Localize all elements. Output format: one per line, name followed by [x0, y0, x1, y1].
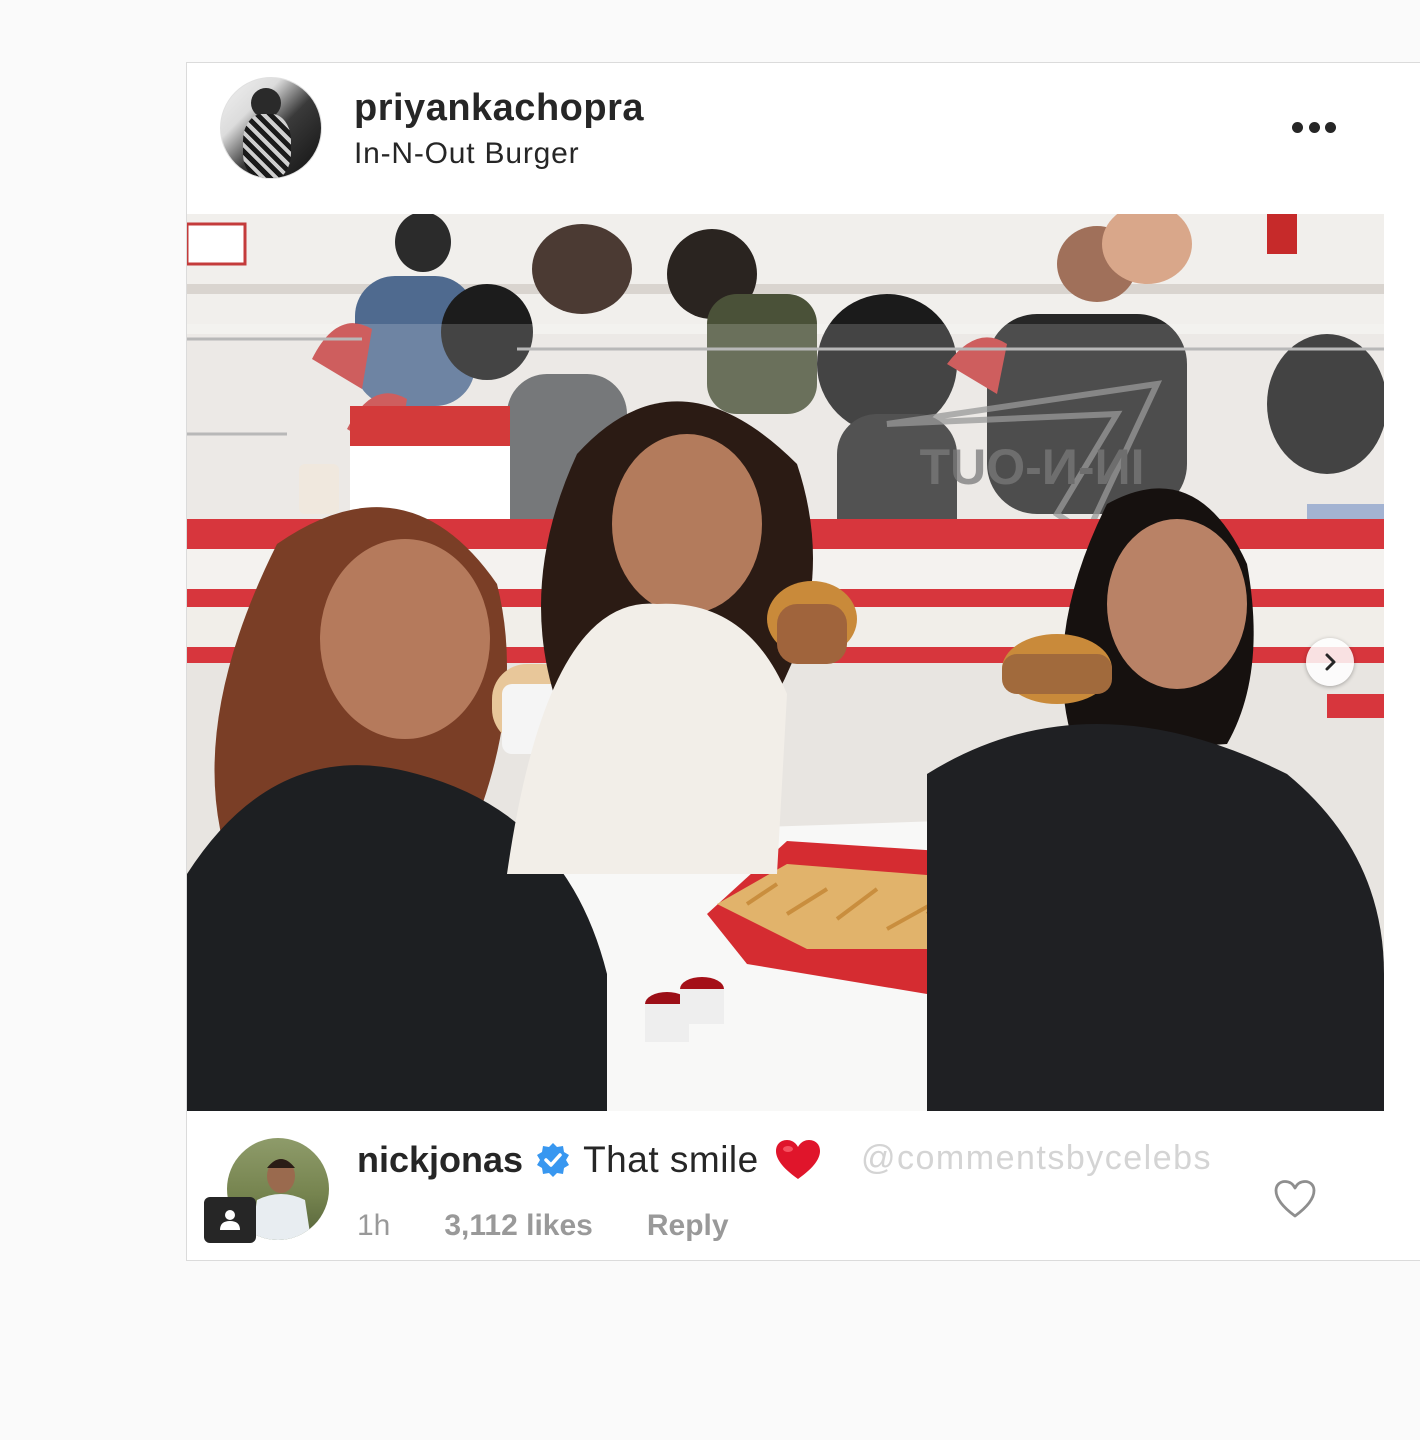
post-author-avatar[interactable] [220, 77, 322, 179]
more-options-icon[interactable] [1292, 122, 1336, 134]
heart-outline-icon[interactable] [1273, 1179, 1317, 1219]
reply-button[interactable]: Reply [647, 1209, 729, 1243]
carousel-next-icon[interactable] [1306, 638, 1354, 686]
user-tag-icon[interactable] [204, 1197, 256, 1243]
post-photo[interactable]: IN-N-OUT [187, 214, 1384, 1111]
comment-text: That smile [583, 1139, 759, 1180]
comment-meta-row: 1h 3,112 likes Reply [357, 1209, 729, 1243]
comment-time: 1h [357, 1209, 391, 1242]
post-author-username[interactable]: priyankachopra [354, 87, 644, 130]
red-heart-emoji-icon [775, 1139, 821, 1181]
commenter-username[interactable]: nickjonas [357, 1139, 523, 1181]
comment-likes-count[interactable]: 3,112 likes [444, 1209, 592, 1243]
comment-line: nickjonas That smile [357, 1139, 821, 1181]
comment-screenshot-card: priyankachopra In-N-Out Burger IN-N-OUT … [186, 62, 1420, 1261]
watermark-text: @commentsbycelebs [861, 1139, 1213, 1177]
post-location[interactable]: In-N-Out Burger [354, 137, 579, 171]
in-n-out-sign: IN-N-OUT [920, 439, 1145, 495]
verified-badge-icon [535, 1142, 571, 1178]
